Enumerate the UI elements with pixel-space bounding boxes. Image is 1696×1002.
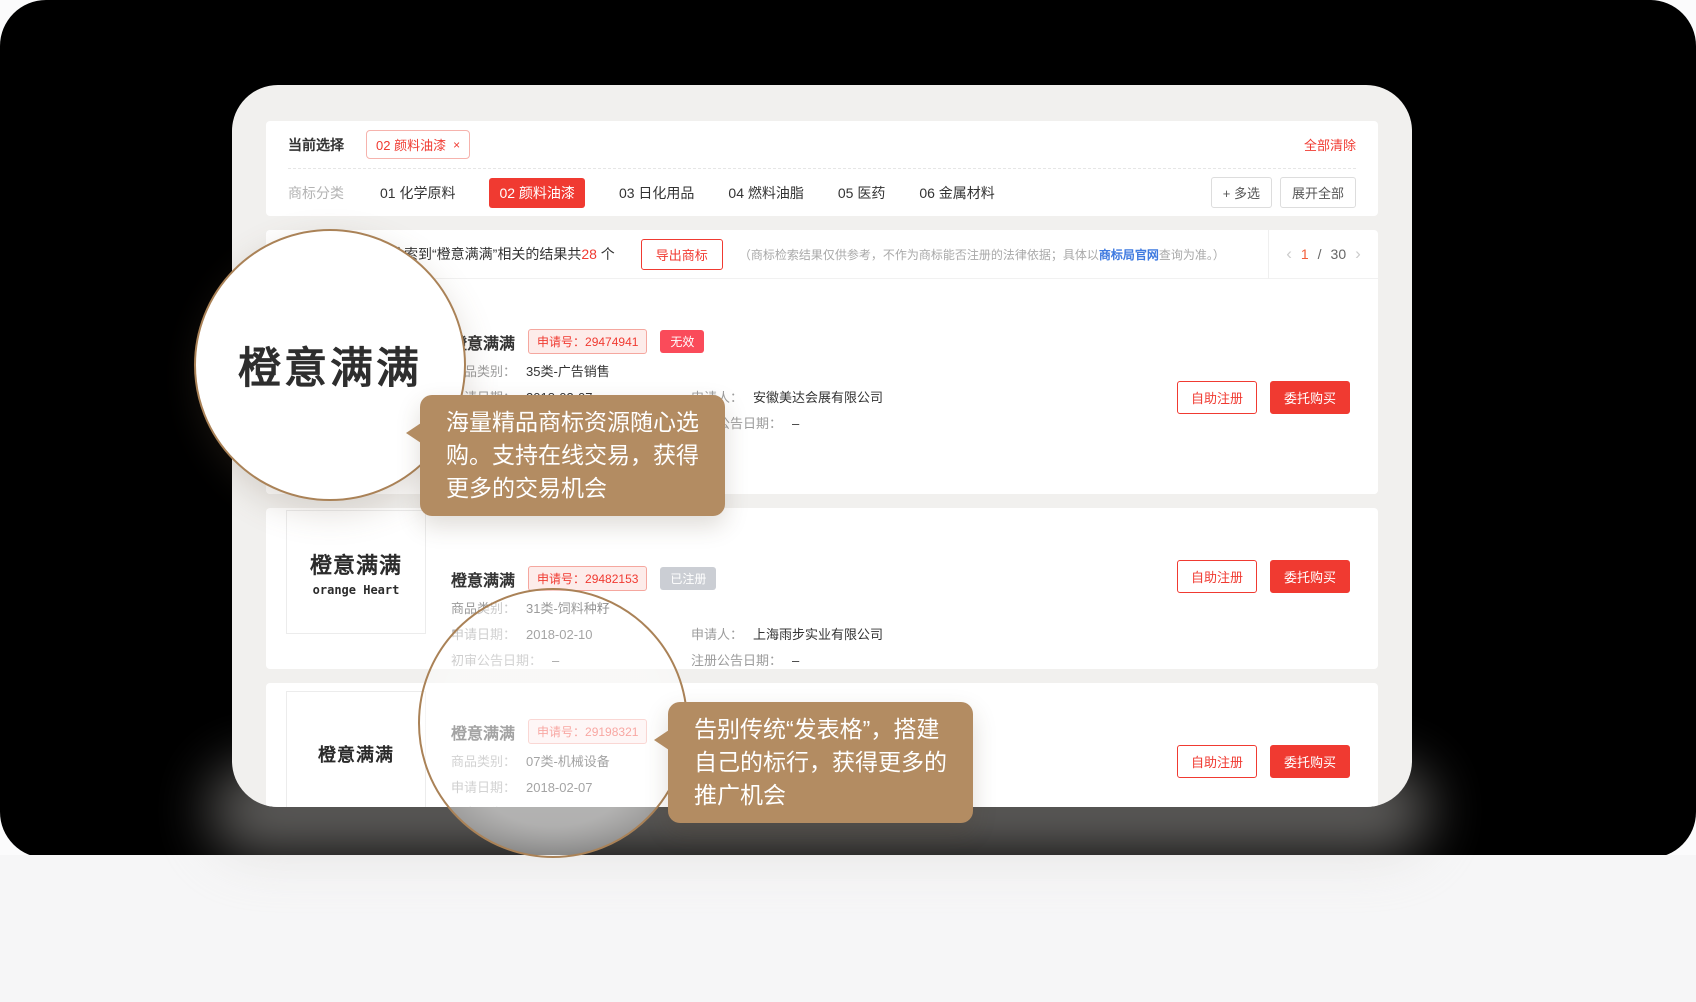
row-1-name-line: 橙意满满 申请号：29474941 无效 — [451, 329, 1378, 354]
row-1-actions: 自助注册 委托购买 — [1177, 381, 1350, 414]
results-summary-text: 检索到“橙意满满”相关的结果共 — [390, 246, 581, 262]
category-item-04[interactable]: 04 燃料油脂 — [728, 183, 803, 203]
field-value: 35类-广告销售 — [526, 363, 610, 380]
field-value: 2018-10-06 — [552, 805, 619, 807]
application-number-tag: 申请号：29474941 — [528, 329, 647, 354]
results-summary: 检索到“橙意满满”相关的结果共28 个 — [390, 244, 615, 264]
next-page-icon[interactable]: › — [1355, 244, 1361, 264]
application-number-tag: 申请号：29198321 — [528, 719, 647, 744]
status-badge-registered: 已注册 — [660, 567, 716, 590]
category-actions: + 多选 展开全部 — [1211, 177, 1356, 208]
field-label: 初审公告日期： — [451, 805, 542, 807]
field-value: 安徽美达会展有限公司 — [753, 389, 883, 406]
multi-select-button[interactable]: + 多选 — [1211, 177, 1272, 208]
category-label: 商标分类 — [288, 183, 344, 203]
trademark-name: 橙意满满 — [451, 567, 515, 591]
trademark-image-text: 橙意满满 — [318, 741, 394, 767]
prev-page-icon[interactable]: ‹ — [1286, 244, 1292, 264]
field-value: – — [792, 415, 799, 432]
total-pages: 30 — [1331, 246, 1347, 262]
page-separator: / — [1318, 246, 1322, 262]
field-label: 申请日期： — [451, 779, 516, 796]
callout-line: 海量精品商标资源随心选 — [446, 406, 699, 439]
application-number-label: 申请号： — [537, 725, 585, 739]
field-label: 申请人： — [691, 626, 743, 643]
remove-filter-icon[interactable]: × — [453, 138, 460, 152]
field-value: 07类-机械设备 — [526, 753, 610, 770]
category-item-03[interactable]: 03 日化用品 — [619, 183, 694, 203]
clear-all-button[interactable]: 全部清除 — [1304, 135, 1356, 154]
field-value: 31类-饲料种籽 — [526, 600, 610, 617]
status-badge-invalid: 无效 — [660, 330, 704, 353]
category-row: 商标分类 01 化学原料 02 颜料油漆 03 日化用品 04 燃料油脂 05 … — [266, 169, 1378, 216]
expand-all-button[interactable]: 展开全部 — [1280, 177, 1356, 208]
application-number: 29482153 — [585, 572, 638, 586]
application-number-label: 申请号： — [537, 335, 585, 349]
callout-line: 自己的标行，获得更多的 — [694, 746, 947, 779]
self-register-button[interactable]: 自助注册 — [1177, 381, 1257, 414]
field-value: – — [552, 652, 559, 669]
field-label: 商品类别： — [451, 753, 516, 770]
filter-card: 当前选择 02 颜料油漆 × 全部清除 商标分类 01 化学原料 02 颜料油漆… — [266, 121, 1378, 216]
callout-bubble-1: 海量精品商标资源随心选 购。支持在线交易，获得 更多的交易机会 — [420, 395, 725, 516]
trademark-image-subtext: orange Heart — [313, 583, 400, 597]
entrust-purchase-button[interactable]: 委托购买 — [1270, 745, 1350, 778]
field-value: 上海雨步实业有限公司 — [753, 626, 883, 643]
category-item-02-selected[interactable]: 02 颜料油漆 — [489, 178, 584, 208]
self-register-button[interactable]: 自助注册 — [1177, 745, 1257, 778]
trademark-image-2[interactable]: 橙意满满 orange Heart — [286, 510, 426, 634]
entrust-purchase-button[interactable]: 委托购买 — [1270, 560, 1350, 593]
current-selection-row: 当前选择 02 颜料油漆 × 全部清除 — [266, 121, 1378, 168]
self-register-button[interactable]: 自助注册 — [1177, 560, 1257, 593]
results-header: 检索到“橙意满满”相关的结果共28 个 导出商标 （商标检索结果仅供参考，不作为… — [266, 230, 1378, 279]
callout-bubble-2: 告别传统“发表格”，搭建 自己的标行，获得更多的 推广机会 — [668, 702, 973, 823]
current-page: 1 — [1301, 246, 1309, 262]
callout-line: 推广机会 — [694, 779, 947, 812]
results-count: 28 — [581, 246, 597, 262]
entrust-purchase-button[interactable]: 委托购买 — [1270, 381, 1350, 414]
trademark-name: 橙意满满 — [451, 720, 515, 744]
category-item-05[interactable]: 05 医药 — [838, 183, 885, 203]
field-label: 申请日期： — [451, 626, 516, 643]
callout-arrow-left-icon — [654, 730, 669, 750]
field-value: – — [792, 652, 799, 669]
trademark-office-link[interactable]: 商标局官网 — [1099, 248, 1159, 262]
current-selection-label: 当前选择 — [288, 135, 344, 155]
disclaimer-text-end: 查询为准。） — [1159, 248, 1225, 262]
callout-line: 购。支持在线交易，获得 — [446, 439, 699, 472]
pagination: ‹ 1 / 30 › — [1268, 230, 1378, 279]
category-item-06[interactable]: 06 金属材料 — [919, 183, 994, 203]
trademark-image-text: 橙意满满 — [310, 548, 402, 580]
magnified-trademark-text: 橙意满满 — [238, 334, 422, 396]
row-3-actions: 自助注册 委托购买 — [1177, 745, 1350, 778]
callout-line: 更多的交易机会 — [446, 472, 699, 505]
callout-arrow-left-icon — [406, 423, 421, 443]
field-line: 商品类别：35类-广告销售 — [451, 363, 1378, 380]
field-label: 注册公告日期： — [691, 652, 782, 669]
disclaimer-text: （商标检索结果仅供参考，不作为商标能否注册的法律依据；具体以 — [739, 248, 1099, 262]
bottom-platform — [0, 855, 1696, 1002]
field-label: 初审公告日期： — [451, 652, 542, 669]
field-line: 申请日期： 2018-02-10 申请人： 上海雨步实业有限公司 — [451, 626, 1378, 643]
field-line: 商品类别： 31类-饲料种籽 — [451, 600, 1378, 617]
application-number: 29198321 — [585, 725, 638, 739]
field-line: 初审公告日期：– 注册公告日期：– — [451, 652, 1378, 669]
page: 当前选择 02 颜料油漆 × 全部清除 商标分类 01 化学原料 02 颜料油漆… — [0, 0, 1696, 1002]
field-value: 2018-02-07 — [526, 779, 593, 796]
results-disclaimer: （商标检索结果仅供参考，不作为商标能否注册的法律依据；具体以商标局官网查询为准。… — [739, 246, 1225, 263]
trademark-image-3[interactable]: 橙意满满 — [286, 691, 426, 807]
category-item-01[interactable]: 01 化学原料 — [380, 183, 455, 203]
result-row-2: 橙意满满 orange Heart 橙意满满 申请号：29482153 已注册 … — [266, 508, 1378, 669]
selected-filter-tag-label: 02 颜料油漆 — [376, 135, 446, 154]
field-label: 商品类别： — [451, 600, 516, 617]
application-number-label: 申请号： — [537, 572, 585, 586]
results-unit: 个 — [597, 246, 615, 262]
selected-filter-tag[interactable]: 02 颜料油漆 × — [366, 130, 470, 159]
export-trademarks-button[interactable]: 导出商标 — [641, 239, 723, 270]
application-number: 29474941 — [585, 335, 638, 349]
application-number-tag: 申请号：29482153 — [528, 566, 647, 591]
field-value: 2018-02-10 — [526, 626, 593, 643]
row-2-actions: 自助注册 委托购买 — [1177, 560, 1350, 593]
callout-line: 告别传统“发表格”，搭建 — [694, 713, 947, 746]
